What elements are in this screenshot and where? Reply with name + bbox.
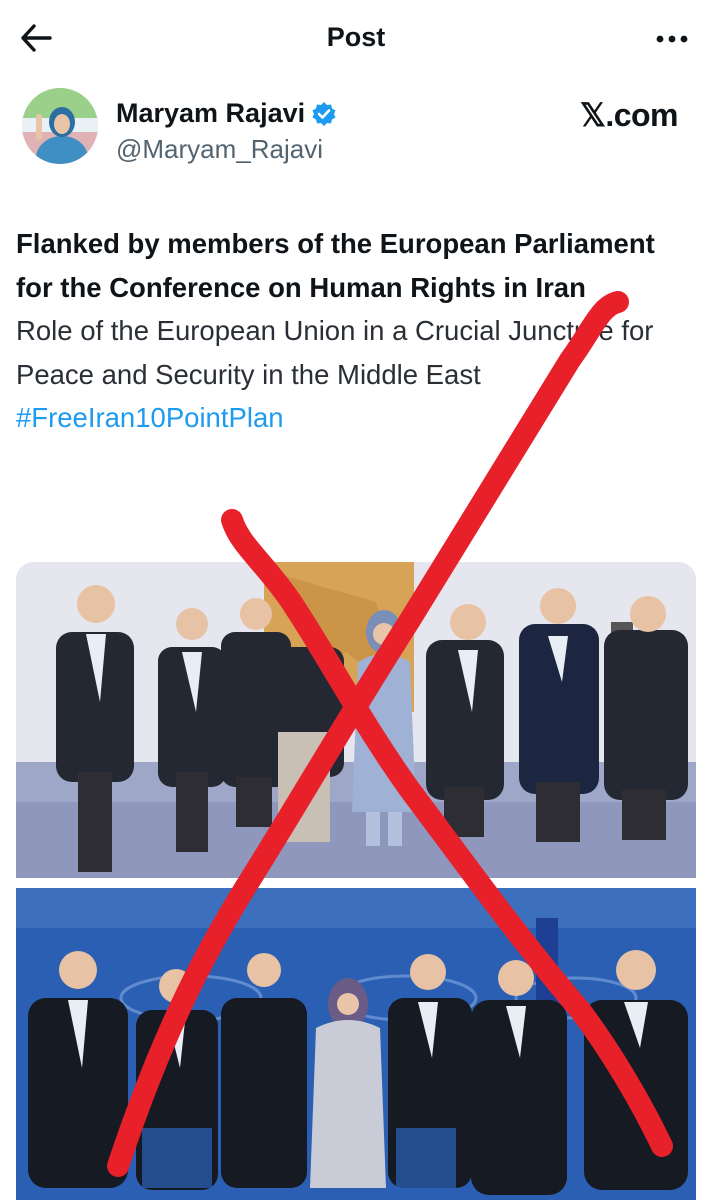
post-photo-2[interactable] [16, 888, 696, 1200]
author-name-text: Maryam Rajavi [116, 98, 306, 128]
more-horizontal-icon [655, 31, 689, 49]
x-brand-label: 𝕏.com [580, 97, 678, 133]
top-bar: Post [0, 0, 712, 80]
hashtag-link[interactable]: #FreeIran10PointPlan [16, 396, 676, 440]
more-button[interactable] [650, 18, 694, 62]
avatar[interactable] [22, 88, 98, 164]
post-photo-1[interactable] [16, 562, 696, 878]
page-title: Post [326, 22, 386, 52]
author-handle[interactable]: @Maryam_Rajavi [116, 134, 323, 165]
post-body: Role of the European Union in a Crucial … [16, 315, 654, 390]
author-name[interactable]: Maryam Rajavi [116, 98, 337, 129]
verified-badge-icon [311, 101, 337, 127]
post-text: Flanked by members of the European Parli… [16, 222, 676, 440]
post-title: Flanked by members of the European Parli… [16, 228, 655, 303]
